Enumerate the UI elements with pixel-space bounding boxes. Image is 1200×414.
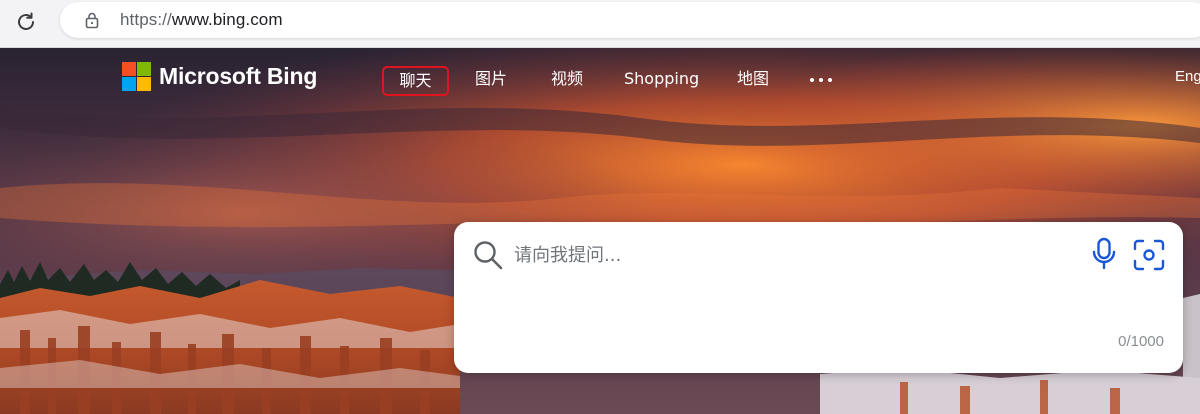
reload-icon [18, 12, 34, 30]
visual-search-icon[interactable] [1132, 238, 1166, 272]
more-dots-icon[interactable] [810, 70, 832, 90]
address-bar[interactable]: https://www.bing.com [60, 2, 1200, 38]
language-link[interactable]: Eng [1175, 68, 1200, 85]
nav-item-chat[interactable]: 聊天 [382, 66, 449, 96]
url-host: www.bing.com [171, 10, 283, 29]
reload-button[interactable] [10, 6, 42, 38]
microphone-icon[interactable] [1091, 237, 1117, 271]
microsoft-logo-icon [122, 62, 151, 91]
search-box: 0/1000 [454, 222, 1183, 373]
logo-square-yellow [137, 77, 151, 91]
logo-square-green [137, 62, 151, 76]
logo-square-blue [122, 77, 136, 91]
nav-item-images[interactable]: 图片 [470, 66, 512, 96]
bing-logo[interactable]: Microsoft Bing [122, 62, 317, 91]
hero-background: Microsoft Bing 聊天 图片 视频 Shopping 地图 Eng … [0, 48, 1200, 414]
logo-text: Microsoft Bing [159, 63, 318, 89]
url-text[interactable]: https://www.bing.com [120, 10, 283, 30]
logo-square-red [122, 62, 136, 76]
character-count: 0/1000 [1118, 333, 1164, 350]
search-input[interactable] [512, 240, 1072, 270]
url-scheme: https:// [120, 10, 172, 29]
search-icon[interactable] [472, 239, 504, 271]
nav-item-videos[interactable]: 视频 [546, 66, 588, 96]
lock-icon[interactable] [83, 11, 101, 29]
nav-item-shopping[interactable]: Shopping [624, 66, 699, 96]
nav-item-maps[interactable]: 地图 [732, 66, 774, 96]
browser-toolbar: https://www.bing.com [0, 0, 1200, 48]
